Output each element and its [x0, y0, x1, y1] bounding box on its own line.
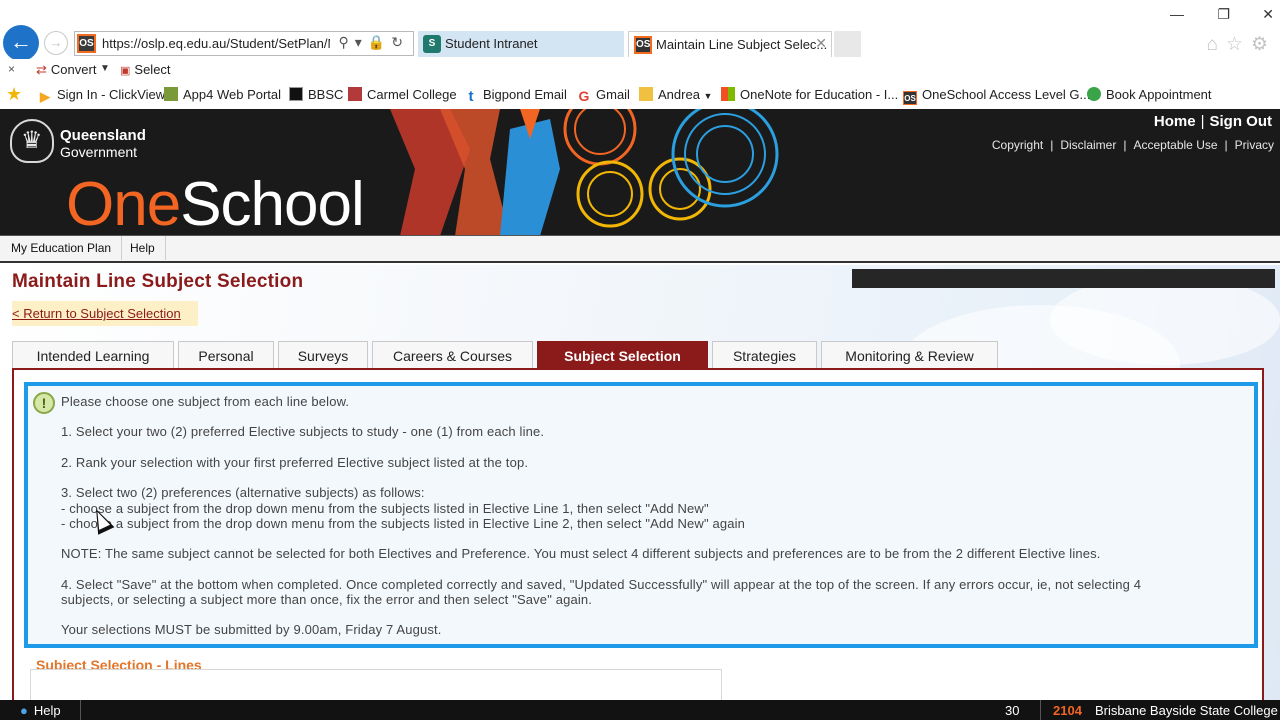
note-line: Please choose one subject from each line…: [61, 394, 350, 409]
oneschool-tab-icon: OS: [634, 36, 652, 54]
subject-selection-panel: ! Please choose one subject from each li…: [12, 368, 1264, 700]
fav-app4[interactable]: App4 Web Portal: [164, 87, 281, 102]
subject-lines-box: [30, 669, 722, 700]
oneschool-icon: OS: [903, 91, 917, 105]
minimize-icon[interactable]: —: [1170, 6, 1184, 22]
tab-personal[interactable]: Personal: [178, 341, 274, 368]
note-line: 1. Select your two (2) preferred Electiv…: [61, 424, 545, 439]
header-legal-links: Copyright | Disclaimer | Acceptable Use | Priv…: [991, 138, 1274, 152]
instructions-notice: ! Please choose one subject from each li…: [24, 382, 1258, 648]
tab-strategies[interactable]: Strategies: [712, 341, 817, 368]
queensland-crest-icon: [10, 119, 54, 163]
oneschool-banner: Queensland Government OneSchool Home|Sig…: [0, 109, 1280, 236]
close-tab-icon[interactable]: ✕: [815, 35, 827, 52]
disclaimer-link[interactable]: Disclaimer: [1060, 138, 1116, 152]
fav-book-appointment[interactable]: Book Appointment: [1087, 87, 1212, 102]
fav-bigpond[interactable]: t Bigpond Email: [464, 87, 567, 104]
status-help-link[interactable]: Help: [20, 703, 61, 718]
bigpond-icon: t: [468, 88, 474, 105]
banner-artwork: [390, 109, 779, 235]
home-link[interactable]: Home: [1154, 113, 1196, 130]
back-arrow-icon[interactable]: ←: [3, 25, 39, 61]
tab-label: Maintain Line Subject Selec...: [656, 37, 828, 52]
address-bar[interactable]: OS https://oslp.eq.edu.au/Student/SetPla…: [74, 31, 414, 56]
sharepoint-icon: S: [423, 35, 441, 53]
status-count: 30: [1005, 703, 1020, 718]
close-window-icon[interactable]: ✕: [1262, 6, 1274, 23]
tab-careers-courses[interactable]: Careers & Courses: [372, 341, 533, 368]
new-tab-button[interactable]: [834, 31, 861, 57]
fav-oneschool-access[interactable]: OS OneSchool Access Level G...: [903, 87, 1090, 105]
status-bar: Help 30 2104 Brisbane Bayside State Coll…: [0, 700, 1280, 720]
home-star-gear-icons[interactable]: ⌂☆⚙: [1206, 33, 1276, 56]
fav-andrea[interactable]: Andrea ▼: [639, 87, 712, 102]
fav-bbsc[interactable]: BBSC: [289, 87, 343, 102]
tab-student-intranet[interactable]: S Student Intranet: [418, 31, 624, 57]
note-line: subjects, or selecting a subject more th…: [61, 592, 593, 607]
note-line: 3. Select two (2) preferences (alternati…: [61, 485, 425, 500]
tab-subject-selection[interactable]: Subject Selection: [537, 341, 708, 368]
close-icon[interactable]: ×: [8, 62, 15, 76]
header-top-links: Home | Sign Out: [1153, 113, 1273, 130]
queensland-government-logo: Queensland Government: [60, 127, 146, 161]
tab-monitoring-review[interactable]: Monitoring & Review: [821, 341, 998, 368]
favorites-bar: ★ ▶ Sign In - ClickView App4 Web Portal B…: [0, 81, 1280, 109]
school-name: Brisbane Bayside State College: [1095, 703, 1278, 718]
carmel-icon: [348, 87, 362, 101]
fav-gmail[interactable]: G Gmail: [577, 87, 630, 103]
chevron-down-icon[interactable]: ▼: [100, 63, 110, 74]
page-header-strip: [852, 269, 1275, 288]
fav-onenote[interactable]: OneNote for Education - I...: [721, 87, 898, 102]
return-to-subject-selection-link[interactable]: < Return to Subject Selection: [12, 301, 198, 326]
copyright-link[interactable]: Copyright: [992, 138, 1043, 152]
microsoft-icon: [721, 87, 735, 101]
address-text[interactable]: https://oslp.eq.edu.au/Student/SetPlan/M: [102, 36, 330, 51]
sign-out-link[interactable]: Sign Out: [1210, 113, 1273, 130]
app4-icon: [164, 87, 178, 101]
select-button[interactable]: Select: [120, 62, 170, 77]
acceptable-use-link[interactable]: Acceptable Use: [1133, 138, 1217, 152]
arrow-icon: ▶: [40, 89, 50, 104]
note-line: - choose a subject from the drop down me…: [61, 516, 746, 531]
browser-toolbar: ← → OS https://oslp.eq.edu.au/Student/Se…: [0, 0, 1280, 61]
note-line: Your selections MUST be submitted by 9.0…: [61, 622, 442, 637]
note-line: NOTE: The same subject cannot be selecte…: [61, 546, 1101, 561]
privacy-link[interactable]: Privacy: [1235, 138, 1274, 152]
gear-icon: [1087, 87, 1101, 101]
oneschool-logo: OneSchool: [66, 170, 365, 236]
restore-icon[interactable]: ❐: [1217, 6, 1230, 23]
chevron-down-icon: ▼: [703, 91, 713, 101]
note-line: 4. Select "Save" at the bottom when comp…: [61, 577, 1142, 592]
address-actions-icon[interactable]: ⚲▾🔒↻: [339, 34, 409, 51]
menu-help[interactable]: Help: [119, 236, 166, 260]
note-line: - choose a subject from the drop down me…: [61, 501, 709, 516]
tab-surveys[interactable]: Surveys: [278, 341, 368, 368]
menu-my-education-plan[interactable]: My Education Plan: [0, 236, 123, 260]
main-menu: My Education Plan Help: [0, 236, 1280, 263]
main-content: Maintain Line Subject Selection < Return…: [0, 265, 1280, 700]
command-bar: × Convert ▼ Select: [0, 59, 1280, 81]
oneschool-favicon-icon: OS: [77, 34, 96, 53]
google-icon: G: [578, 88, 590, 104]
page-title: Maintain Line Subject Selection: [12, 271, 304, 292]
exclamation-icon: !: [33, 392, 55, 414]
forward-arrow-icon[interactable]: →: [44, 31, 68, 55]
convert-button[interactable]: Convert: [36, 62, 97, 78]
folder-icon: [639, 87, 653, 101]
tab-label: Student Intranet: [445, 36, 538, 51]
favorites-star-icon[interactable]: ★: [6, 84, 22, 105]
tab-intended-learning[interactable]: Intended Learning: [12, 341, 174, 368]
fav-carmel[interactable]: Carmel College: [348, 87, 457, 102]
school-code: 2104: [1053, 703, 1082, 718]
note-line: 2. Rank your selection with your first p…: [61, 455, 529, 470]
tab-maintain-line-subject[interactable]: OS Maintain Line Subject Selec... ✕: [628, 31, 832, 57]
bbsc-icon: [289, 87, 303, 101]
fav-clickview[interactable]: ▶ Sign In - ClickView: [38, 87, 165, 104]
